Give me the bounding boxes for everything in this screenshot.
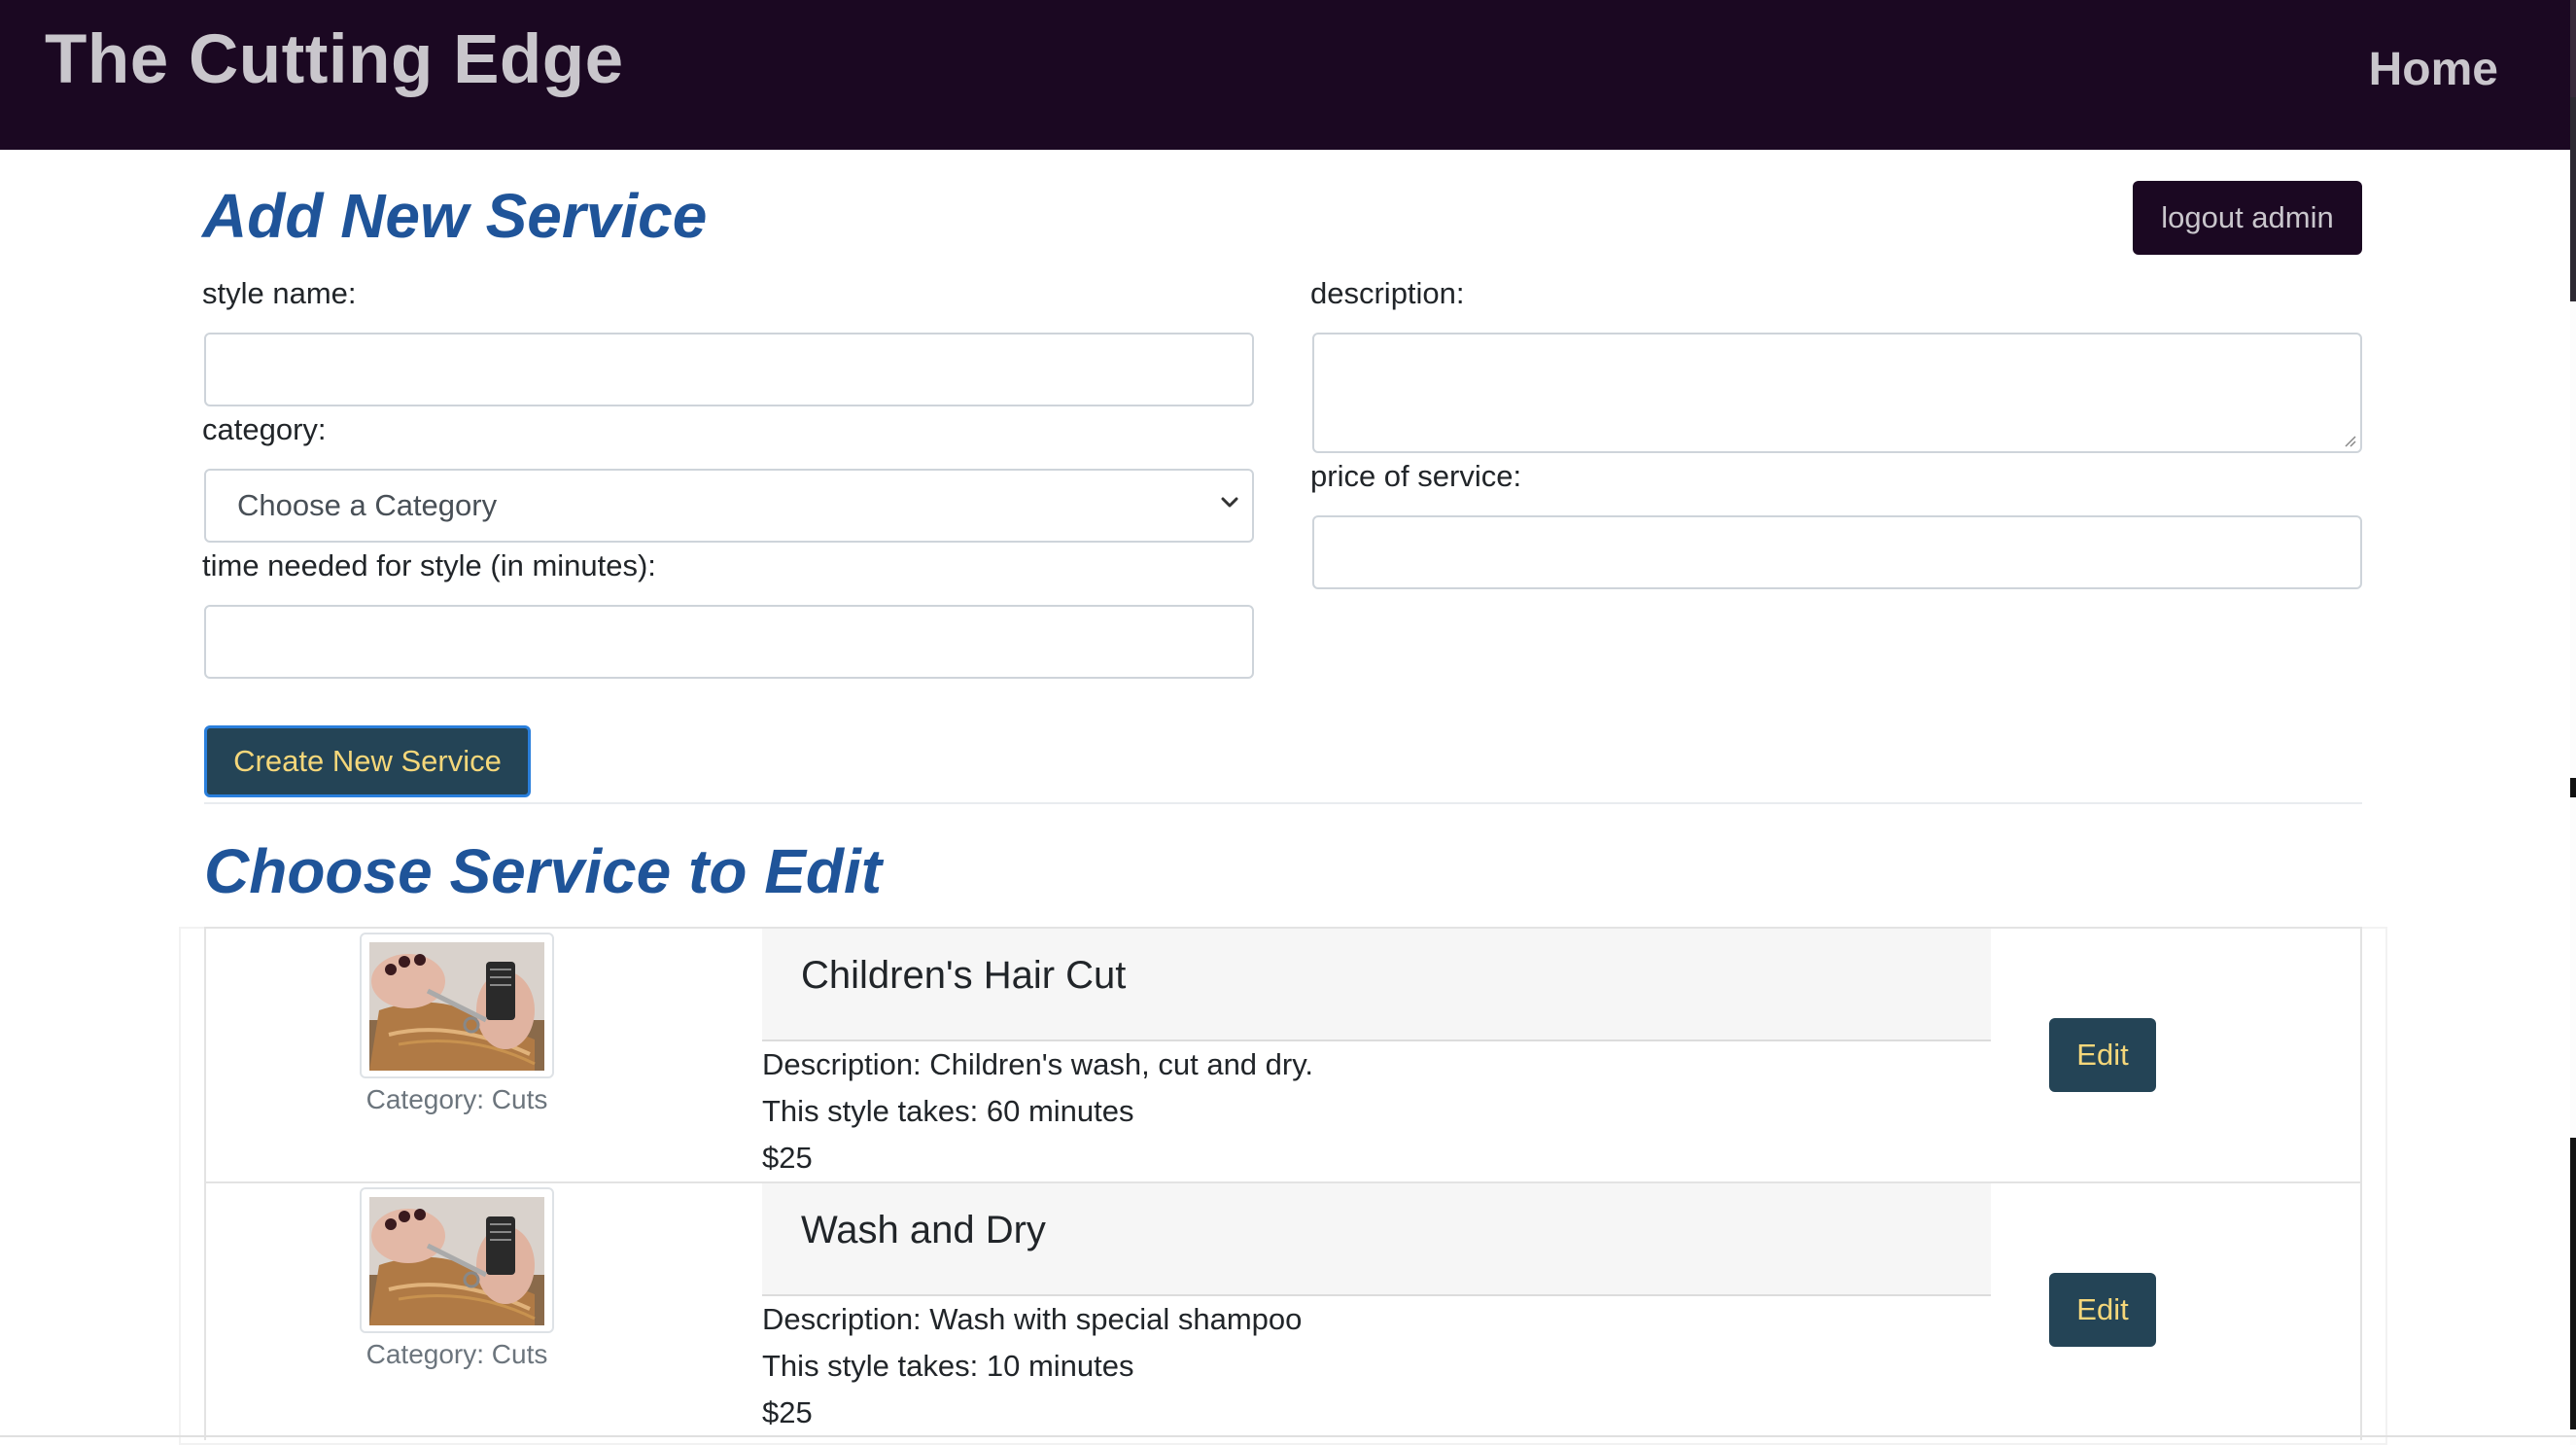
service-description: Description: Wash with special shampoo bbox=[762, 1302, 1303, 1336]
chevron-down-icon bbox=[1221, 497, 1238, 508]
service-title: Wash and Dry bbox=[801, 1209, 1046, 1251]
service-image bbox=[360, 933, 554, 1078]
window-bottom-edge bbox=[0, 1435, 2576, 1437]
service-price: $25 bbox=[762, 1395, 813, 1429]
logout-button[interactable]: logout admin bbox=[2133, 181, 2362, 255]
service-card: Category: Cuts Wash and Dry Description:… bbox=[204, 1181, 2362, 1440]
window-edge bbox=[2570, 0, 2576, 1445]
create-service-button[interactable]: Create New Service bbox=[204, 725, 531, 797]
price-label: price of service: bbox=[1310, 459, 1522, 493]
description-label: description: bbox=[1310, 276, 1465, 310]
service-image bbox=[360, 1187, 554, 1333]
style-name-label: style name: bbox=[202, 276, 357, 310]
service-time: This style takes: 10 minutes bbox=[762, 1349, 1134, 1383]
section-divider bbox=[204, 802, 2362, 804]
service-category: Category: Cuts bbox=[366, 1339, 548, 1369]
edit-button[interactable]: Edit bbox=[2049, 1018, 2156, 1092]
hair-cut-photo-icon bbox=[369, 1197, 544, 1325]
brand-title[interactable]: The Cutting Edge bbox=[45, 25, 624, 94]
service-card-header: Children's Hair Cut bbox=[762, 929, 1991, 1041]
resize-grip-icon[interactable] bbox=[2343, 434, 2356, 447]
nav-home-link[interactable]: Home bbox=[2369, 47, 2498, 93]
navbar: The Cutting Edge Home bbox=[0, 0, 2570, 150]
hair-cut-photo-icon bbox=[369, 942, 544, 1071]
time-input[interactable] bbox=[204, 605, 1254, 679]
add-service-heading: Add New Service bbox=[202, 181, 708, 251]
category-select[interactable]: Choose a Category bbox=[204, 469, 1254, 543]
category-selected-value: Choose a Category bbox=[237, 488, 498, 522]
style-name-input[interactable] bbox=[204, 333, 1254, 406]
service-category: Category: Cuts bbox=[366, 1084, 548, 1114]
service-time: This style takes: 60 minutes bbox=[762, 1094, 1134, 1128]
time-label: time needed for style (in minutes): bbox=[202, 548, 656, 582]
service-price: $25 bbox=[762, 1141, 813, 1175]
service-title: Children's Hair Cut bbox=[801, 954, 1127, 997]
price-input[interactable] bbox=[1312, 515, 2362, 589]
service-description: Description: Children's wash, cut and dr… bbox=[762, 1047, 1314, 1081]
service-card: Category: Cuts Children's Hair Cut Descr… bbox=[204, 927, 2362, 1181]
edit-service-heading: Choose Service to Edit bbox=[204, 836, 883, 906]
edit-button[interactable]: Edit bbox=[2049, 1273, 2156, 1347]
category-label: category: bbox=[202, 412, 327, 446]
description-textarea[interactable] bbox=[1312, 333, 2362, 453]
page: The Cutting Edge Home Add New Service lo… bbox=[0, 0, 2576, 1445]
service-card-header: Wash and Dry bbox=[762, 1183, 1991, 1296]
